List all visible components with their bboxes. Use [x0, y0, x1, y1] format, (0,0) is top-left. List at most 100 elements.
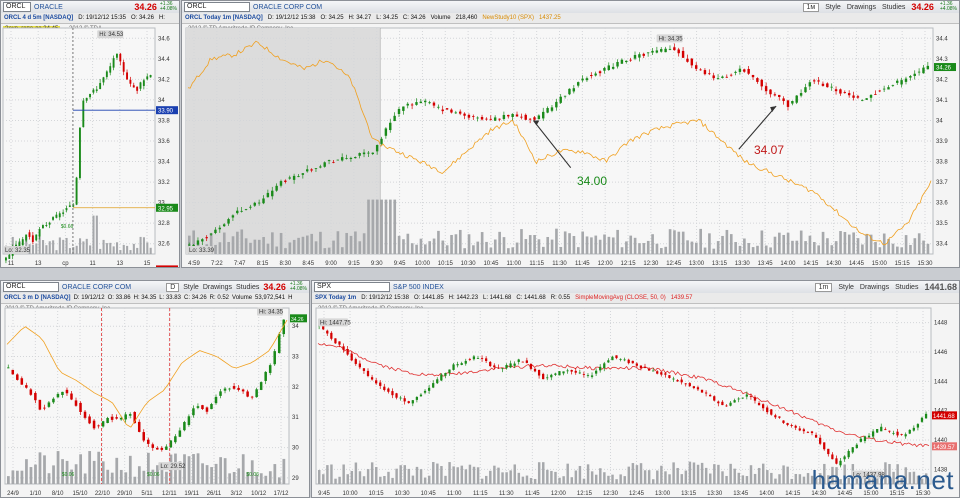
candle-body	[399, 397, 402, 399]
studies-button[interactable]: Studies	[236, 284, 259, 291]
volume-bar	[342, 464, 345, 484]
candle-body	[42, 225, 44, 229]
candle-body	[250, 396, 254, 398]
volume-bar	[362, 476, 366, 484]
candle-body	[568, 88, 571, 95]
candle-body	[354, 359, 357, 364]
candle-body	[105, 71, 108, 78]
volume-bar	[558, 477, 561, 484]
candle-body	[403, 398, 406, 402]
studies-button[interactable]: Studies	[882, 4, 905, 11]
y-tick-label: 1444	[934, 379, 948, 385]
style-button[interactable]: Style	[183, 284, 199, 291]
candle-body	[652, 370, 655, 372]
candle-body	[882, 88, 886, 90]
volume-bar	[874, 242, 877, 254]
volume-bar	[31, 244, 34, 254]
candle-body	[137, 421, 141, 432]
candle-body	[673, 47, 676, 51]
drawings-button[interactable]: Drawings	[203, 284, 232, 291]
volume-bar	[228, 473, 232, 484]
volume-bar	[476, 467, 480, 484]
candle-body	[507, 114, 510, 117]
price-badge	[156, 265, 178, 267]
symbol-input[interactable]: ORCL	[184, 2, 250, 12]
symbol-input[interactable]: ORCL	[3, 2, 31, 12]
volume-bar	[415, 466, 419, 484]
candle-body	[867, 435, 871, 438]
candle-body	[83, 411, 87, 418]
volume-bar	[440, 466, 443, 484]
period-button[interactable]: 1м	[802, 2, 820, 12]
candle-body	[322, 326, 325, 330]
candle-body	[782, 420, 785, 423]
price-plot[interactable]: 34.634.434.23433.833.633.433.23332.832.6…	[1, 24, 179, 268]
volume-bar	[237, 468, 241, 484]
candle-body	[223, 388, 227, 391]
candle-body	[327, 160, 331, 162]
candle-body	[345, 158, 348, 159]
candle-body	[391, 391, 394, 396]
candle-body	[227, 219, 230, 224]
candle-body	[279, 181, 283, 186]
info-low: L: 34.25	[376, 15, 398, 21]
candle-body	[440, 374, 443, 381]
price-plot[interactable]: 34 33 32 31 30 29 24/9 1/10 8/10 15/10 22/10 29/10 5…	[1, 304, 309, 498]
volume-bar	[314, 241, 318, 254]
volume-bar	[708, 233, 711, 254]
candle-body	[884, 429, 887, 431]
candle-body	[88, 416, 91, 424]
volume-bar	[58, 237, 61, 254]
volume-bar	[419, 469, 423, 484]
period-button[interactable]: D	[166, 282, 180, 292]
volume-bar	[625, 241, 628, 254]
y-tick-label: 34	[936, 118, 943, 124]
volume-bar	[74, 464, 78, 484]
volume-bar	[635, 465, 639, 484]
volume-bar	[326, 465, 329, 484]
studies-button[interactable]: Studies	[895, 284, 918, 291]
volume-bar	[277, 477, 281, 484]
drawings-button[interactable]: Drawings	[847, 4, 876, 11]
candle-body	[778, 416, 781, 418]
company-label: ORACLE CORP COM	[253, 3, 323, 11]
price-plot[interactable]: 34.4 34.3 34.2 34.1 34 33.9 33.8 33.7 33.6 33.5 33…	[182, 24, 959, 268]
volume-bar	[115, 457, 119, 484]
volume-bar	[786, 466, 789, 484]
volume-bar	[684, 470, 688, 484]
candle-body	[458, 111, 462, 114]
candle-body	[323, 162, 326, 167]
period-button[interactable]: 1m	[814, 282, 833, 292]
candle-body	[647, 368, 651, 371]
style-button[interactable]: Style	[825, 4, 841, 11]
volume-bar	[393, 199, 397, 254]
symbol-input[interactable]: SPX	[314, 282, 390, 292]
candle-body	[472, 356, 476, 360]
drawings-button[interactable]: Drawings	[860, 284, 889, 291]
volume-bar	[214, 244, 217, 254]
candle-body	[509, 363, 512, 368]
candle-body	[112, 58, 115, 68]
candle-body	[721, 76, 724, 78]
candle-body	[655, 50, 659, 53]
symbol-input[interactable]: ORCL	[3, 282, 59, 292]
candle-body	[582, 374, 586, 375]
candle-body	[639, 365, 643, 369]
volume-bar	[419, 238, 423, 254]
candle-body	[594, 370, 598, 374]
volume-bar	[219, 457, 223, 484]
volume-bar	[384, 199, 388, 254]
candle-body	[537, 369, 541, 376]
candle-body	[326, 330, 329, 334]
x-tick-label: 10:45	[483, 261, 499, 267]
volume-bar	[725, 229, 729, 254]
candle-body	[770, 409, 773, 415]
volume-bar	[35, 243, 38, 254]
style-button[interactable]: Style	[838, 284, 854, 291]
volume-bar	[85, 238, 88, 254]
volume-bar	[472, 466, 476, 484]
candle-body	[129, 79, 132, 84]
x-tick-label: 11:00	[507, 261, 522, 267]
volume-bar	[210, 467, 213, 484]
candle-body	[616, 61, 619, 67]
